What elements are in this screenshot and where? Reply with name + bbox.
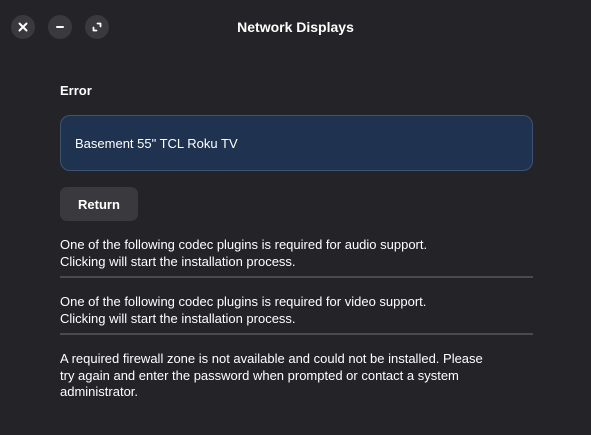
- error-heading: Error: [60, 83, 92, 98]
- audio-codec-message[interactable]: One of the following codec plugins is re…: [60, 237, 533, 270]
- device-name: Basement 55" TCL Roku TV: [75, 135, 238, 151]
- separator: [60, 276, 533, 278]
- message-line: A required firewall zone is not availabl…: [60, 351, 483, 366]
- network-displays-window: Network Displays Error Basement 55" TCL …: [0, 0, 591, 435]
- message-line: Clicking will start the installation pro…: [60, 253, 296, 269]
- message-line: Clicking will start the installation pro…: [60, 310, 296, 326]
- window-title: Network Displays: [237, 19, 354, 35]
- return-button-label: Return: [78, 196, 120, 212]
- title-bar[interactable]: Network Displays: [0, 0, 591, 54]
- message-line: try again and enter the password when pr…: [60, 367, 459, 383]
- message-line: One of the following codec plugins is re…: [60, 294, 427, 309]
- separator: [60, 333, 533, 335]
- video-codec-message[interactable]: One of the following codec plugins is re…: [60, 294, 533, 327]
- device-name-box: Basement 55" TCL Roku TV: [60, 115, 533, 171]
- message-line: One of the following codec plugins is re…: [60, 237, 428, 252]
- return-button[interactable]: Return: [60, 187, 138, 221]
- message-line: administrator.: [60, 384, 139, 399]
- firewall-zone-message: A required firewall zone is not availabl…: [60, 351, 533, 401]
